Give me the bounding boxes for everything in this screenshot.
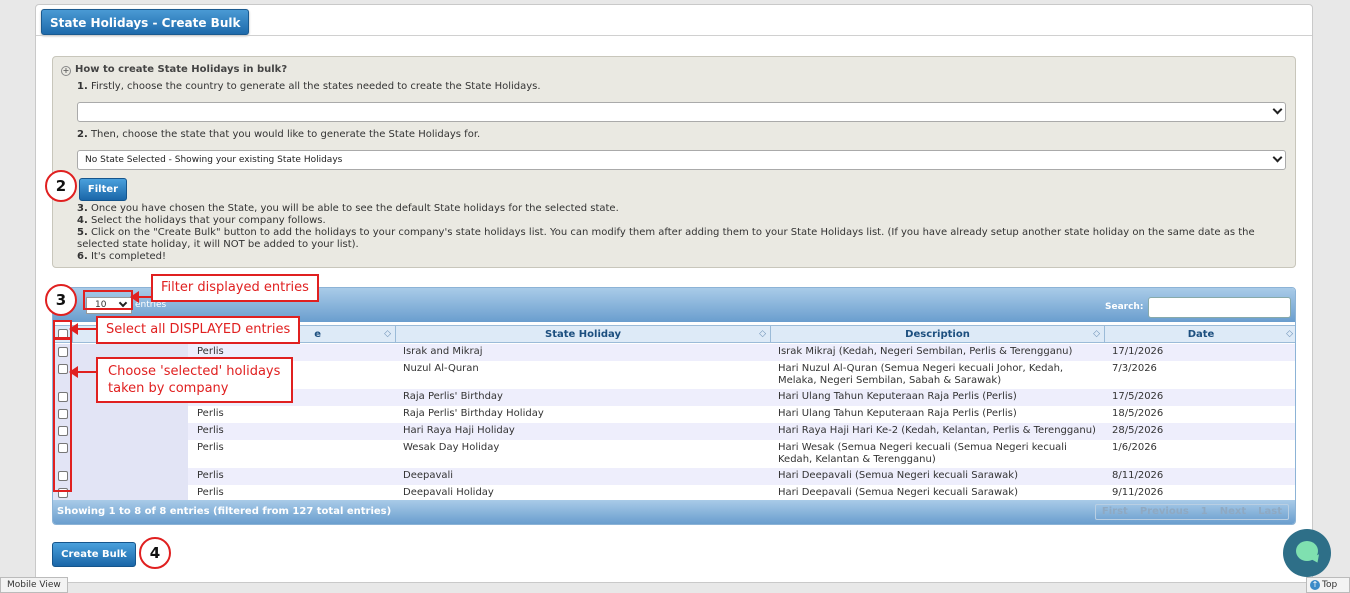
cell-state: Perlis <box>197 408 224 419</box>
column-header-holiday[interactable]: State Holiday ◇ <box>396 326 771 343</box>
sort-icon: ◇ <box>759 329 766 339</box>
mobile-view-button[interactable]: Mobile View <box>0 577 68 593</box>
table-row[interactable]: Perlis Deepavali Hari Deepavali (Semua N… <box>53 468 1295 485</box>
back-to-top-button[interactable]: ↑ Top <box>1306 577 1350 593</box>
state-select[interactable]: No State Selected - Showing your existin… <box>77 150 1286 170</box>
cell-description: Israk Mikraj (Kedah, Negeri Sembilan, Pe… <box>778 346 1073 357</box>
cell-holiday: Hari Raya Haji Holiday <box>403 425 515 436</box>
table-footer: Showing 1 to 8 of 8 entries (filtered fr… <box>53 500 1295 524</box>
chevron-down-icon <box>1272 104 1283 115</box>
cell-description: Hari Ulang Tahun Keputeraan Raja Perlis … <box>778 408 1017 419</box>
cell-date: 7/3/2026 <box>1112 363 1157 374</box>
step-3-marker: 3 <box>45 284 77 316</box>
cell-date: 8/11/2026 <box>1112 470 1164 481</box>
row-checkboxes-highlight-box <box>53 338 72 492</box>
table-row[interactable]: Perlis Raja Perlis' Birthday Holiday Har… <box>53 406 1295 423</box>
cell-date: 28/5/2026 <box>1112 425 1164 436</box>
pager-next[interactable]: Next <box>1214 505 1252 519</box>
table-info: Showing 1 to 8 of 8 entries (filtered fr… <box>57 506 392 517</box>
search-label: Search: <box>1105 302 1144 312</box>
step1-text: 1. Firstly, choose the country to genera… <box>77 81 541 92</box>
arrow-up-icon: ↑ <box>1310 580 1320 590</box>
cell-description: Hari Deepavali (Semua Negeri kecuali Sar… <box>778 487 1018 498</box>
cell-description: Hari Raya Haji Hari Ke-2 (Kedah, Kelanta… <box>778 425 1096 436</box>
cell-description: Hari Wesak (Semua Negeri kecuali (Semua … <box>778 442 1067 465</box>
cell-holiday: Israk and Mikraj <box>403 346 483 357</box>
table-row[interactable]: Perlis Hari Raya Haji Holiday Hari Raya … <box>53 423 1295 440</box>
country-select[interactable] <box>77 102 1286 122</box>
instructions-title: + How to create State Holidays in bulk? <box>61 64 288 76</box>
select-all-callout: Select all DISPLAYED entries <box>96 316 301 344</box>
cell-holiday: Deepavali <box>403 470 454 481</box>
cell-description: Hari Nuzul Al-Quran (Semua Negeri kecual… <box>778 363 1064 386</box>
cell-date: 1/6/2026 <box>1112 442 1157 453</box>
panel-title: State Holidays - Create Bulk <box>41 9 250 35</box>
step6-text: 6. It's completed! <box>77 251 167 262</box>
cell-state: Perlis <box>197 425 224 436</box>
table-row[interactable]: Perlis Wesak Day Holiday Hari Wesak (Sem… <box>53 440 1295 468</box>
expand-icon[interactable]: + <box>61 66 71 76</box>
length-highlight-box <box>83 290 133 310</box>
step-2-marker: 2 <box>45 170 77 202</box>
chevron-down-icon <box>1272 152 1283 163</box>
step5-text: 5. Click on the "Create Bulk" button to … <box>77 227 1255 250</box>
cell-holiday: Raja Perlis' Birthday Holiday <box>403 408 544 419</box>
pager-previous[interactable]: Previous <box>1134 505 1195 519</box>
step-4-marker: 4 <box>139 537 171 569</box>
cell-date: 17/1/2026 <box>1112 346 1164 357</box>
pagination: First Previous 1 Next Last <box>1094 504 1289 520</box>
sort-icon: ◇ <box>1093 329 1100 339</box>
cell-holiday: Raja Perlis' Birthday <box>403 391 503 402</box>
instructions-box: + How to create State Holidays in bulk? 1… <box>52 56 1296 268</box>
search-input[interactable] <box>1148 297 1291 318</box>
cell-description: Hari Ulang Tahun Keputeraan Raja Perlis … <box>778 391 1017 402</box>
cell-date: 9/11/2026 <box>1112 487 1164 498</box>
cell-holiday: Deepavali Holiday <box>403 487 494 498</box>
chat-icon[interactable] <box>1283 529 1331 577</box>
column-header-description[interactable]: Description ◇ <box>771 326 1105 343</box>
step4-text: 4. Select the holidays that your company… <box>77 215 326 226</box>
pager-page-1[interactable]: 1 <box>1195 505 1214 519</box>
create-bulk-button[interactable]: Create Bulk <box>52 542 136 567</box>
cell-description: Hari Deepavali (Semua Negeri kecuali Sar… <box>778 470 1018 481</box>
cell-state: Perlis <box>197 487 224 498</box>
filter-callout: Filter displayed entries <box>151 274 319 302</box>
arrow-icon <box>69 323 97 335</box>
cell-date: 17/5/2026 <box>1112 391 1164 402</box>
title-divider <box>36 35 1312 36</box>
step3-text: 3. Once you have chosen the State, you w… <box>77 203 619 214</box>
arrow-icon <box>130 291 152 303</box>
sort-icon: ◇ <box>1286 329 1293 339</box>
cell-date: 18/5/2026 <box>1112 408 1164 419</box>
choose-callout: Choose 'selected' holidays taken by comp… <box>96 357 293 403</box>
column-header-date[interactable]: Date ◇ <box>1105 326 1295 343</box>
cell-state: Perlis <box>197 442 224 453</box>
pager-last[interactable]: Last <box>1252 505 1288 519</box>
step2-text: 2. Then, choose the state that you would… <box>77 129 481 140</box>
filter-button[interactable]: Filter <box>79 178 127 201</box>
arrow-icon <box>69 366 97 378</box>
pager-first[interactable]: First <box>1096 505 1134 519</box>
cell-state: Perlis <box>197 470 224 481</box>
cell-holiday: Nuzul Al-Quran <box>403 363 479 374</box>
sort-icon: ◇ <box>384 329 391 339</box>
cell-holiday: Wesak Day Holiday <box>403 442 500 453</box>
